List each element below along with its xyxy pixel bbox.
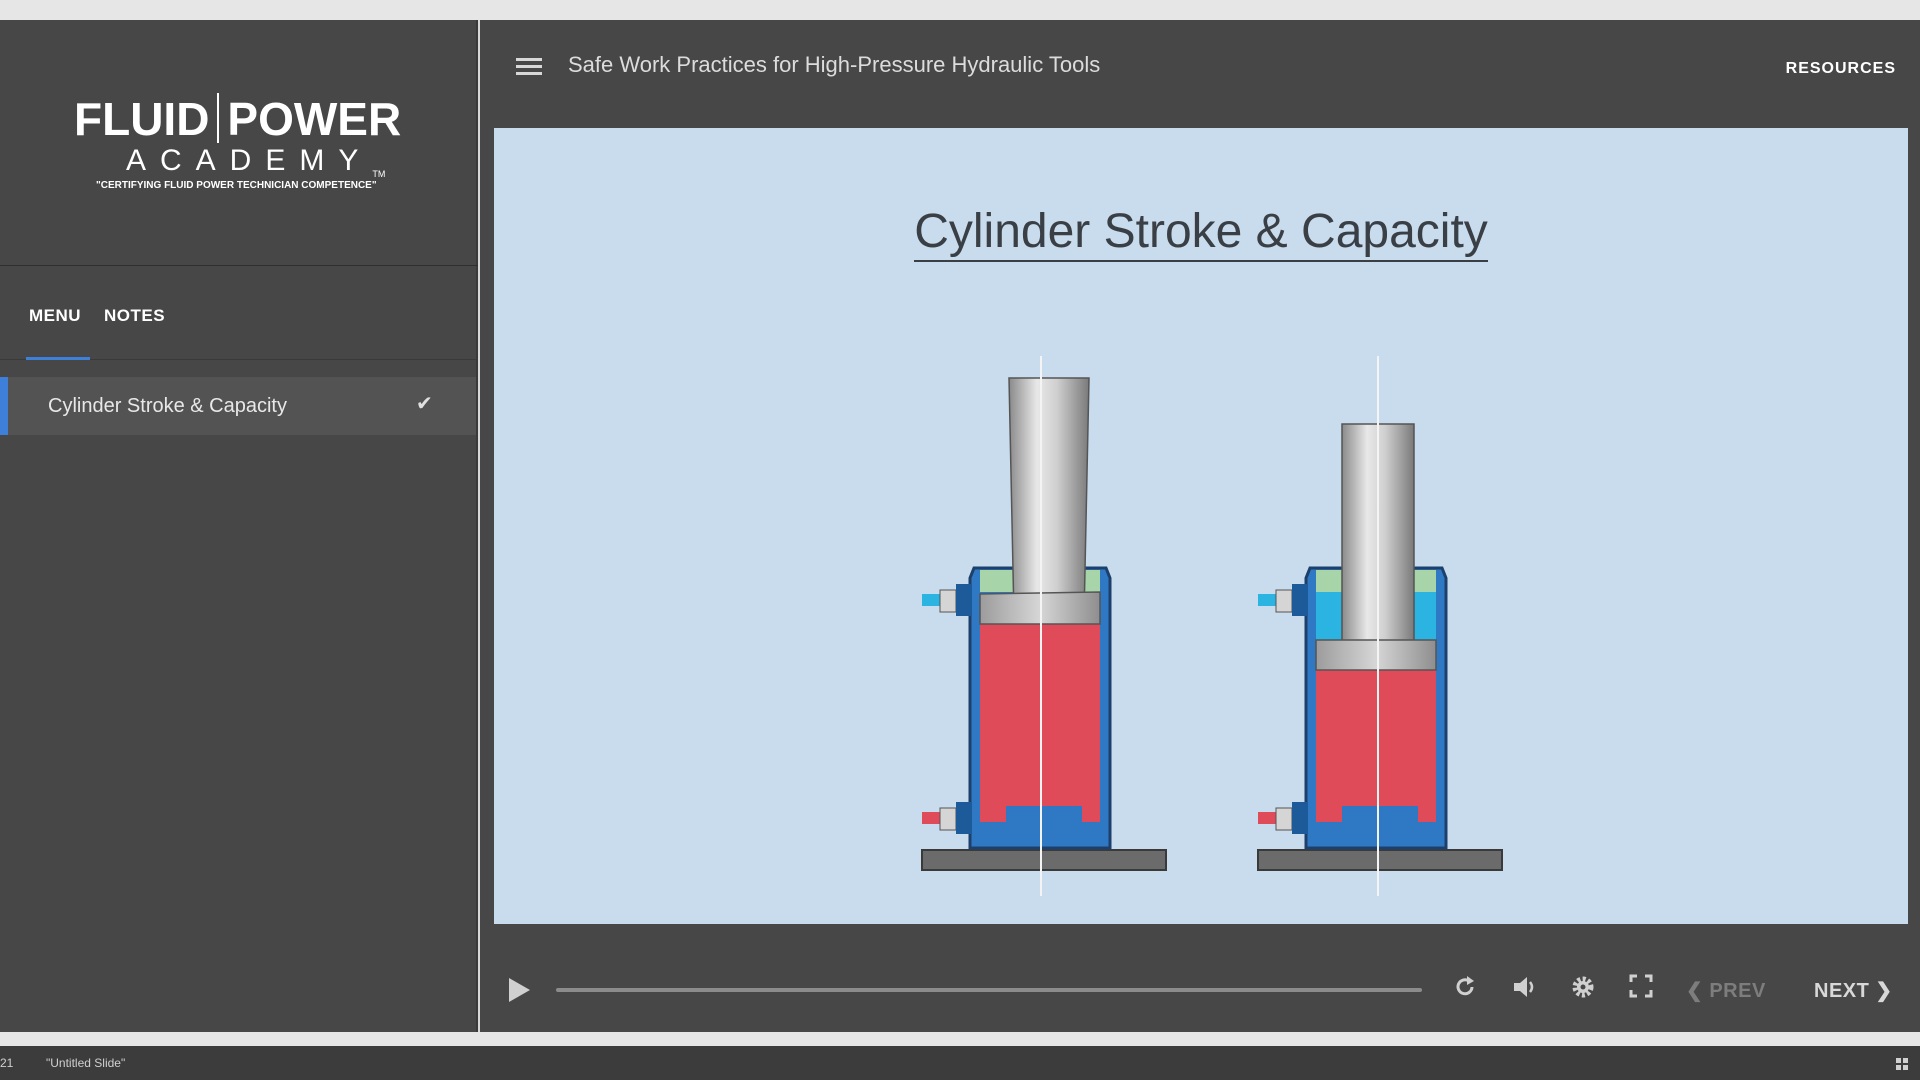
slide-canvas: Cylinder Stroke & Capacity bbox=[494, 128, 1908, 924]
tab-menu[interactable]: MENU bbox=[29, 306, 81, 326]
right-base-plate bbox=[1257, 849, 1503, 871]
volume-icon[interactable] bbox=[1510, 974, 1540, 1004]
player-controls: ❮ PREV NEXT ❯ bbox=[480, 960, 1920, 1020]
chevron-left-icon: ❮ bbox=[1686, 980, 1710, 1002]
next-label: NEXT bbox=[1814, 980, 1870, 1002]
logo-word-fluid: FLUID bbox=[74, 93, 210, 145]
prev-button[interactable]: ❮ PREV bbox=[1686, 978, 1766, 1003]
active-tab-indicator bbox=[26, 357, 90, 360]
right-top-fitting bbox=[1275, 589, 1293, 613]
right-bottom-port bbox=[1292, 802, 1308, 834]
play-icon[interactable] bbox=[506, 976, 532, 1004]
logo-academy-text: ACADEMY bbox=[126, 144, 373, 177]
hamburger-menu-icon[interactable] bbox=[516, 58, 542, 78]
status-slide-name: "Untitled Slide" bbox=[46, 1056, 126, 1070]
sidebar-item-cylinder-stroke-capacity[interactable]: Cylinder Stroke & Capacity ✔ bbox=[0, 377, 476, 435]
right-piston-head bbox=[1315, 639, 1437, 671]
window-top-strip bbox=[0, 0, 1920, 20]
right-top-port-line bbox=[1258, 594, 1278, 606]
checkmark-icon: ✔ bbox=[416, 393, 433, 415]
prev-label: PREV bbox=[1709, 980, 1766, 1002]
seek-track bbox=[556, 988, 1422, 992]
logo-academy: ACADEMYTM bbox=[126, 144, 385, 179]
logo-trademark: TM bbox=[372, 169, 386, 179]
next-button[interactable]: NEXT ❯ bbox=[1814, 978, 1893, 1003]
left-cylinder bbox=[921, 356, 1167, 896]
logo-wordmark: FLUID POWER bbox=[74, 92, 404, 146]
left-bottom-port-line bbox=[922, 812, 942, 824]
sidebar-tabs: MENU NOTES bbox=[0, 266, 478, 360]
sidebar-item-label: Cylinder Stroke & Capacity bbox=[48, 395, 287, 417]
window-bottom-strip bbox=[0, 1032, 1920, 1046]
right-cylinder bbox=[1257, 356, 1503, 896]
left-top-port bbox=[956, 584, 972, 616]
settings-gear-icon[interactable] bbox=[1568, 974, 1598, 1004]
player-main: Safe Work Practices for High-Pressure Hy… bbox=[480, 20, 1920, 1032]
tab-notes[interactable]: NOTES bbox=[104, 306, 165, 326]
left-bottom-port bbox=[956, 802, 972, 834]
left-top-fitting bbox=[939, 589, 957, 613]
left-bottom-fitting bbox=[939, 807, 957, 831]
selected-item-accent bbox=[0, 377, 8, 435]
chevron-right-icon: ❯ bbox=[1869, 980, 1893, 1002]
logo-word-power: POWER bbox=[227, 93, 402, 145]
status-bar: 21 "Untitled Slide" bbox=[0, 1046, 1920, 1080]
fullscreen-icon[interactable] bbox=[1626, 974, 1656, 1004]
grid-view-icon[interactable] bbox=[1896, 1058, 1908, 1070]
sidebar: FLUID POWER ACADEMYTM "CERTIFYING FLUID P… bbox=[0, 20, 478, 1032]
logo-separator bbox=[217, 93, 220, 143]
logo-tagline: "CERTIFYING FLUID POWER TECHNICIAN COMPE… bbox=[96, 180, 377, 191]
status-slide-number: 21 bbox=[0, 1056, 14, 1070]
left-top-port-line bbox=[922, 594, 942, 606]
replay-icon[interactable] bbox=[1450, 974, 1480, 1004]
seek-bar[interactable] bbox=[556, 986, 1422, 994]
hydraulic-cylinders-diagram bbox=[921, 356, 1503, 896]
academy-logo: FLUID POWER ACADEMYTM "CERTIFYING FLUID P… bbox=[0, 20, 478, 266]
right-top-port bbox=[1292, 584, 1308, 616]
right-bottom-port-line bbox=[1258, 812, 1278, 824]
resources-button[interactable]: RESOURCES bbox=[1786, 60, 1896, 78]
left-piston-rod bbox=[1008, 377, 1090, 619]
right-lower-oil-chamber bbox=[1316, 668, 1436, 822]
left-base-plate bbox=[921, 849, 1167, 871]
right-bottom-fitting bbox=[1275, 807, 1293, 831]
course-title: Safe Work Practices for High-Pressure Hy… bbox=[568, 52, 1101, 77]
